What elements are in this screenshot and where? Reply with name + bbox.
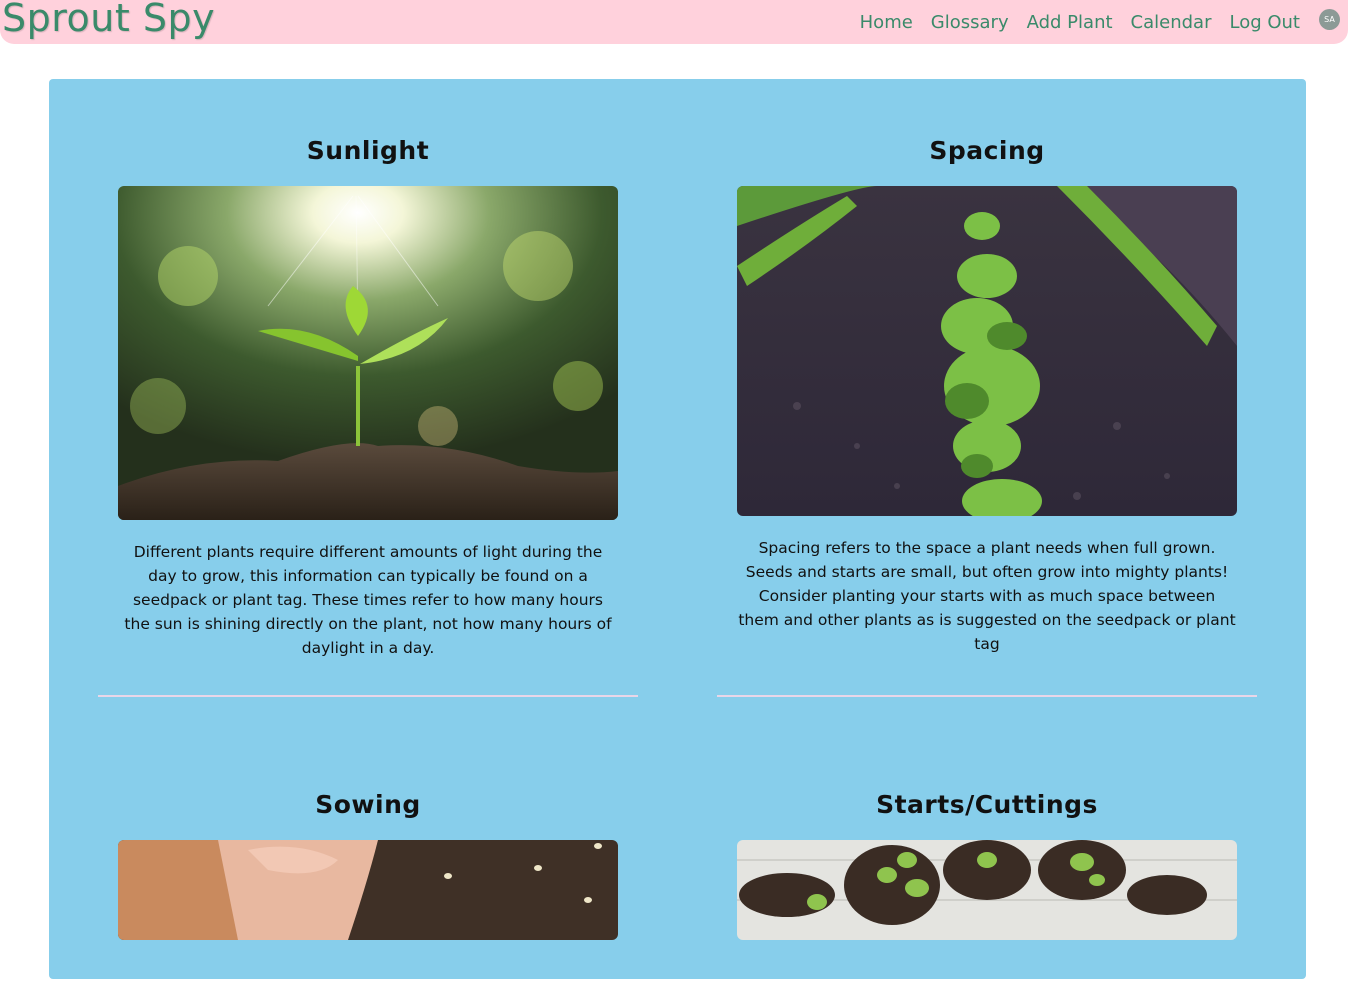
navbar: Sprout Spy Home Glossary Add Plant Calen… bbox=[0, 0, 1348, 44]
card-description: Spacing refers to the space a plant need… bbox=[738, 539, 1236, 653]
glossary-card-sowing: Sowing bbox=[98, 790, 638, 990]
card-divider bbox=[98, 695, 638, 697]
glossary-card-spacing: Spacing Spacing refers to the space a pl… bbox=[717, 136, 1257, 736]
nav-home[interactable]: Home bbox=[860, 12, 913, 33]
card-title: Sunlight bbox=[306, 136, 430, 165]
seedling-sunlight-image bbox=[118, 186, 618, 520]
card-title: Starts/Cuttings bbox=[876, 790, 1098, 819]
avatar[interactable]: SA bbox=[1319, 9, 1340, 30]
card-title: Spacing bbox=[929, 136, 1045, 165]
nav-links: Home Glossary Add Plant Calendar Log Out bbox=[860, 12, 1300, 33]
nav-log-out[interactable]: Log Out bbox=[1229, 12, 1300, 33]
card-description: Different plants require different amoun… bbox=[124, 543, 612, 657]
nav-calendar[interactable]: Calendar bbox=[1131, 12, 1212, 33]
nav-glossary[interactable]: Glossary bbox=[931, 12, 1009, 33]
glossary-panel: Sunlight Different plants require differ… bbox=[49, 79, 1306, 979]
potted-seedlings-image bbox=[737, 840, 1237, 940]
crop-rows-image bbox=[737, 186, 1237, 516]
nav-add-plant[interactable]: Add Plant bbox=[1027, 12, 1113, 33]
card-divider bbox=[717, 695, 1257, 697]
brand-logo[interactable]: Sprout Spy bbox=[2, 0, 215, 40]
sowing-seeds-image bbox=[118, 840, 618, 940]
glossary-card-sunlight: Sunlight Different plants require differ… bbox=[98, 136, 638, 736]
glossary-card-starts-cuttings: Starts/Cuttings bbox=[717, 790, 1257, 990]
card-title: Sowing bbox=[315, 790, 421, 819]
